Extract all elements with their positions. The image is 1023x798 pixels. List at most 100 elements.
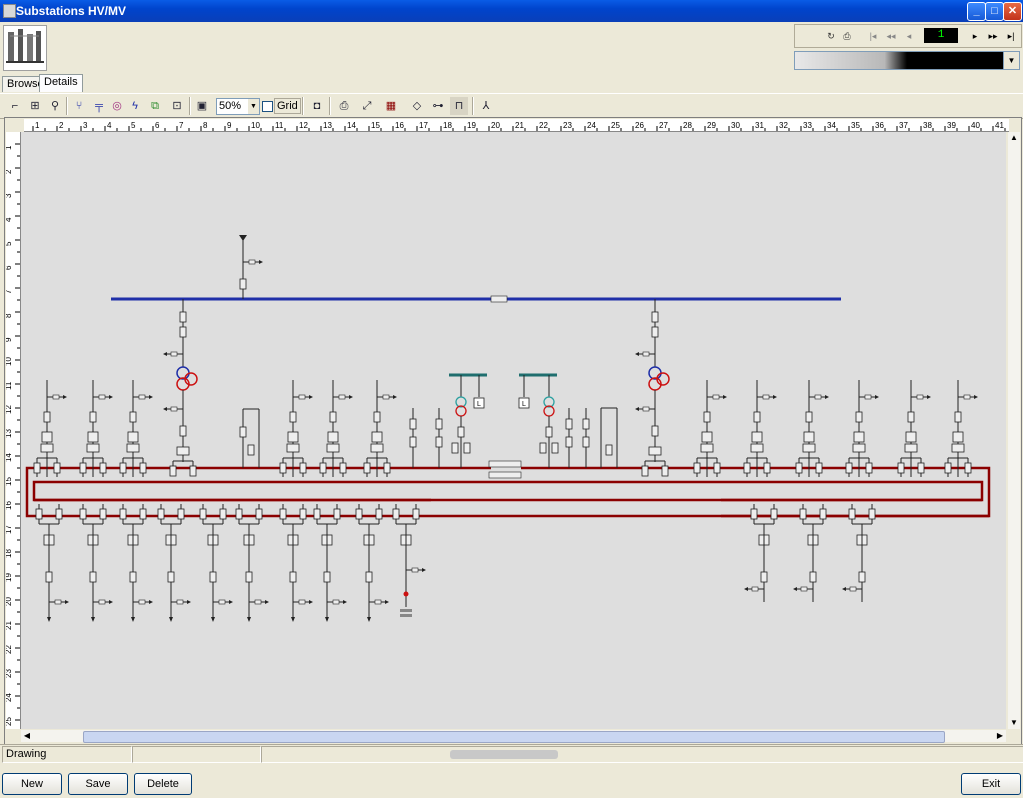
line-tool-icon[interactable]: ⅄ [477,97,495,115]
ruler-label: 18 [6,549,13,558]
disconnector-symbol [99,508,107,520]
tab-details[interactable]: Details [39,74,83,92]
scroll-thumb[interactable] [83,731,945,743]
progress-indicator [450,750,558,759]
disconnector-symbol [799,508,807,520]
breaker-symbol-icon[interactable]: ⊓ [450,97,468,115]
horizontal-ruler: 1 2 3 4 5 6 7 8 9 10 11 12 13 14 15 16 17 18 19 20 21 22 23 24 2… [24,119,1009,132]
bus-tool-icon[interactable]: ╤ [90,97,108,115]
breaker-symbol [370,443,384,453]
grid-checkbox[interactable] [262,101,273,112]
load-box-label: L [522,401,526,408]
delete-button[interactable]: Delete [134,773,192,795]
disconnector-symbol [299,508,307,520]
first-record-button[interactable]: |◂ [865,28,881,44]
frame-tool-icon[interactable]: ◘ [308,97,326,115]
earth-switch-symbol [864,394,872,400]
breaker-symbol [41,431,53,443]
scroll-down-icon[interactable]: ▼ [1008,717,1020,729]
breaker-symbol [287,431,299,443]
grid-label[interactable]: Grid [274,98,301,114]
status-mode: Drawing [2,746,132,763]
ruler-label: 12 [6,405,13,414]
scroll-left-icon[interactable]: ◀ [21,730,33,742]
print-icon[interactable]: ⎙ [335,97,353,115]
disconnector-symbol [219,508,227,520]
table-icon[interactable]: ▦ [382,97,400,115]
next-page-button[interactable]: ▸▸ [985,28,1001,44]
select-tool-icon[interactable]: ⌐ [6,97,24,115]
ruler-label: 6 [155,121,160,130]
eraser-icon[interactable]: ◇ [408,97,426,115]
earth-switch-symbol [138,394,146,400]
switch-symbol [809,571,817,583]
status-bar: Drawing [0,744,1023,763]
ruler-label: 13 [323,121,332,130]
breaker-tool-icon[interactable]: ⊡ [168,97,186,115]
chevron-down-icon[interactable]: ▼ [1003,52,1019,69]
maximize-button[interactable]: □ [985,2,1004,21]
disconnector-symbol [917,462,925,474]
disconnector-symbol [865,462,873,474]
lock-tool-icon[interactable]: ⚲ [46,97,64,115]
disconnector-symbol [55,508,63,520]
minimize-button[interactable]: _ [967,2,986,21]
prev-record-button[interactable]: ◂ [901,28,917,44]
connector-tool-icon[interactable]: ⑂ [70,97,88,115]
component-tool-icon[interactable]: ⊞ [26,97,44,115]
chevron-down-icon[interactable]: ▼ [248,99,259,114]
bus-coupler-symbol [488,460,522,468]
earth-switch-symbol [254,599,262,605]
ruler-label: 7 [6,289,13,294]
close-button[interactable]: ✕ [1003,2,1022,21]
save-button[interactable]: Save [68,773,128,795]
vertical-ruler-scale: 1234567891011121314151617181920212223242… [6,143,20,726]
zoom-fit-icon[interactable]: ⤢ [358,97,376,115]
feeder-arrow-icon [773,395,777,399]
switch-symbol [582,436,590,448]
earth-switch-symbol [52,394,60,400]
drawing-canvas[interactable]: LL [21,132,1006,729]
scroll-right-icon[interactable]: ▶ [994,730,1006,742]
ruler-label: 12 [299,121,308,130]
exit-button[interactable]: Exit [961,773,1021,795]
drawing-toolbar: ⌐ ⊞ ⚲ ⑂ ╤ ◎ ϟ ⧉ ⊡ ▣ 50% ▼ Grid ◘ ⎙ ⤢ ▦ ◇… [0,93,1023,119]
ruler-label: 21 [515,121,524,130]
earth-switch-symbol [916,394,924,400]
single-line-diagram[interactable]: LL [21,132,1006,729]
ruler-label: 21 [6,621,13,630]
page-setup-icon[interactable]: ▣ [193,97,211,115]
feeder-tool-icon[interactable]: ⧉ [146,97,164,115]
battery-symbol [400,609,412,612]
breaker-symbol [327,431,339,443]
disconnector-symbol [33,462,41,474]
breaker-symbol [904,443,918,453]
ruler-label: 16 [6,501,13,510]
ruler-label: 15 [6,477,13,486]
switch-symbol [855,411,863,423]
next-record-button[interactable]: ▸ [967,28,983,44]
new-button[interactable]: New [2,773,62,795]
tab-strip: Browse Details [0,74,1023,92]
switch-symbol [753,411,761,423]
ruler-label: 13 [6,429,13,438]
ruler-label: 4 [107,121,112,130]
toolbar-separator [189,97,191,115]
last-record-button[interactable]: ▸| [1003,28,1019,44]
disconnector-symbol [319,462,327,474]
switch-tool-icon[interactable]: ϟ [126,97,144,115]
substation-select[interactable]: ▼ [794,51,1020,70]
prev-page-button[interactable]: ◂◂ [883,28,899,44]
print-icon[interactable]: ⎙ [839,28,855,44]
disconnector-symbol [383,462,391,474]
link-icon[interactable]: ⊶ [429,97,447,115]
earth-switch-symbol [800,586,808,592]
zoom-select[interactable]: 50% ▼ [216,98,260,115]
transformer-tool-icon[interactable]: ◎ [108,97,126,115]
refresh-icon[interactable]: ↻ [823,28,839,44]
scroll-up-icon[interactable]: ▲ [1008,132,1020,144]
horizontal-scrollbar[interactable]: ◀ ▶ [21,730,1006,743]
vertical-scrollbar[interactable]: ▲ ▼ [1008,132,1020,729]
ruler-label: 34 [827,121,836,130]
breaker-symbol [951,443,965,453]
